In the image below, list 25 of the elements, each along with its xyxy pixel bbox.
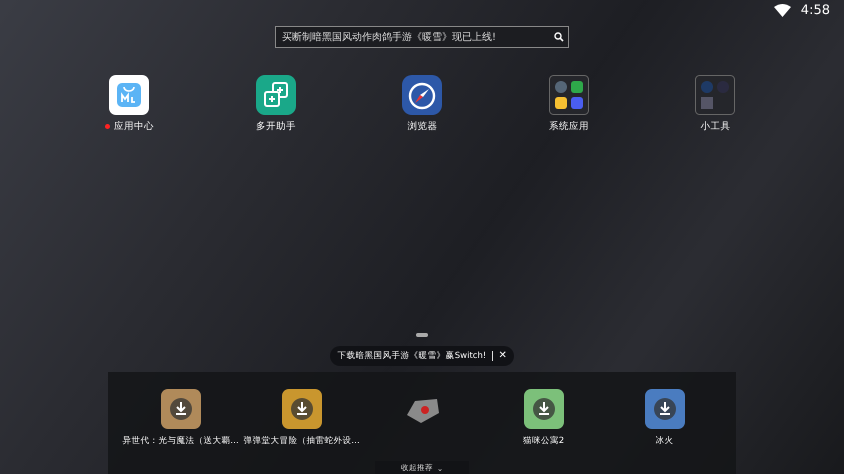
game-label[interactable]: 异世代：光与魔法（送大覇… (122, 435, 239, 447)
wifi-icon (774, 4, 791, 16)
overlapping-squares-icon[interactable] (256, 75, 296, 115)
compass-icon[interactable] (402, 75, 442, 115)
game-icon[interactable] (282, 389, 322, 429)
app-label[interactable]: 多开助手 (256, 120, 296, 133)
app-label[interactable]: 应用中心 (114, 120, 154, 133)
game-icon[interactable] (160, 389, 200, 429)
tooltip-text: 下载暗黑国风手游《暖雪》赢Switch! (338, 350, 486, 362)
game-label[interactable]: 猫咪公寓2 (522, 435, 564, 447)
game-icon[interactable] (524, 389, 564, 429)
clock-time: 4:58 (800, 2, 830, 18)
search-icon[interactable] (554, 32, 564, 42)
shopping-bag-icon[interactable] (109, 75, 150, 115)
app-label[interactable]: 系统应用 (548, 120, 589, 133)
app-label[interactable]: 浏览器 (407, 120, 438, 133)
tools-folder-icon[interactable] (695, 75, 736, 115)
game-label[interactable]: 冰火 (656, 435, 674, 447)
search-field[interactable]: 买断制暗黑国风动作肉鸽手游《暖雪》现已上线! (275, 26, 569, 48)
game-label[interactable]: 弹弹堂大冒险（抽雷蛇外设… (243, 435, 360, 447)
game-icon[interactable] (644, 389, 684, 429)
app-folder-icon[interactable] (548, 75, 589, 115)
drawer-handle[interactable] (416, 333, 428, 337)
app-label[interactable]: 小工具 (700, 120, 730, 133)
close-button[interactable]: ✕ (492, 351, 506, 361)
